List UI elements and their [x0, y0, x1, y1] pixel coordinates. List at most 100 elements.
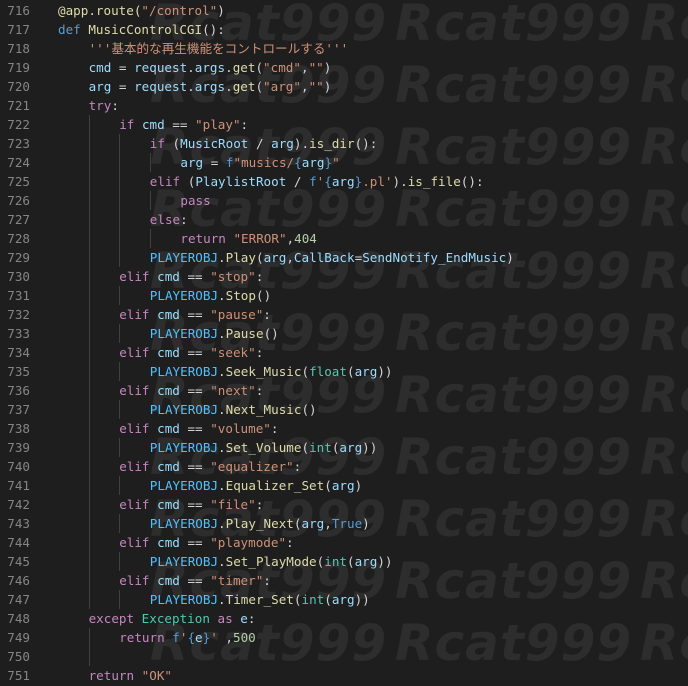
code-line[interactable]: 723 if (MusicRoot / arg).is_dir(): — [0, 134, 688, 153]
code-token: (): — [202, 22, 225, 37]
code-token: ) — [217, 3, 225, 18]
code-token: PLAYEROBJ — [149, 554, 219, 569]
code-line[interactable]: 736 elif cmd == "next": — [0, 381, 688, 400]
line-number: 732 — [7, 307, 30, 322]
code-text: return "ERROR",404 — [180, 229, 317, 248]
code-line[interactable]: 733 PLAYEROBJ.Pause() — [0, 324, 688, 343]
code-token: == — [179, 269, 211, 284]
code-line[interactable]: 739 PLAYEROBJ.Set_Volume(int(arg)) — [0, 438, 688, 457]
code-token: 500 — [233, 630, 256, 645]
code-line[interactable]: 745 PLAYEROBJ.Set_PlayMode(int(arg)) — [0, 552, 688, 571]
code-line[interactable]: 749 return f'{e}' ,500 — [0, 628, 688, 647]
line-number: 717 — [7, 22, 30, 37]
indent-guide — [88, 495, 90, 514]
code-line[interactable]: 751 return "OK" — [0, 666, 688, 685]
code-token: @app.route( — [58, 3, 142, 18]
code-text: else: — [150, 210, 188, 229]
line-number: 735 — [7, 364, 30, 379]
code-line[interactable]: 727 else: — [0, 210, 688, 229]
code-line[interactable]: 726 pass — [0, 191, 688, 210]
code-token: return — [119, 630, 173, 645]
code-line[interactable]: 725 elif (PlaylistRoot / f'{arg}.pl').is_… — [0, 172, 688, 191]
code-text: def MusicControlCGI(): — [58, 20, 225, 39]
code-line[interactable]: 732 elif cmd == "pause": — [0, 305, 688, 324]
code-token: ( — [255, 79, 264, 94]
code-token: Seek_Music — [225, 364, 302, 379]
code-token: "next" — [210, 383, 256, 398]
line-number: 736 — [7, 383, 30, 398]
code-token: "musics/ — [233, 155, 295, 170]
code-token: pass — [180, 193, 211, 208]
code-token: cmd — [157, 383, 180, 398]
code-token: == — [179, 459, 211, 474]
code-token: , — [217, 630, 233, 645]
line-number: 719 — [7, 60, 30, 75]
code-line[interactable]: 722 if cmd == "play": — [0, 115, 688, 134]
code-token: : — [247, 611, 256, 626]
code-line[interactable]: 738 elif cmd == "volume": — [0, 419, 688, 438]
code-token: ( — [301, 364, 310, 379]
code-token: : — [255, 345, 264, 360]
code-token: = — [203, 155, 226, 170]
code-line[interactable]: 741 PLAYEROBJ.Equalizer_Set(arg) — [0, 476, 688, 495]
indent-guide — [119, 514, 121, 533]
code-line[interactable]: 748 except Exception as e: — [0, 609, 688, 628]
code-token: : — [270, 421, 279, 436]
code-line[interactable]: 724 arg = f"musics/{arg}" — [0, 153, 688, 172]
code-editor[interactable]: Rcat999Rcat999Rcat999Rcat999Rcat999Rcat9… — [0, 0, 688, 686]
line-number: 747 — [7, 592, 30, 607]
code-line[interactable]: 719 cmd = request.args.get("cmd","") — [0, 58, 688, 77]
code-line[interactable]: 730 elif cmd == "stop": — [0, 267, 688, 286]
code-line[interactable]: 740 elif cmd == "equalizer": — [0, 457, 688, 476]
code-line[interactable]: 746 elif cmd == "timer": — [0, 571, 688, 590]
code-line[interactable]: 742 elif cmd == "file": — [0, 495, 688, 514]
code-token: . — [218, 402, 226, 417]
code-line[interactable]: 734 elif cmd == "seek": — [0, 343, 688, 362]
code-line[interactable]: 721 try: — [0, 96, 688, 115]
code-token: get — [232, 60, 256, 75]
code-token: ( — [255, 250, 264, 265]
code-line[interactable]: 735 PLAYEROBJ.Seek_Music(float(arg)) — [0, 362, 688, 381]
code-line[interactable]: 750 — [0, 647, 688, 666]
indent-guide — [88, 324, 90, 343]
code-token: . — [187, 79, 195, 94]
code-token: ( — [324, 478, 332, 493]
code-line[interactable]: 717 def MusicControlCGI(): — [0, 20, 688, 39]
code-token: arg — [354, 364, 378, 379]
code-line[interactable]: 718 '''基本的な再生機能をコントロールする''' — [0, 39, 688, 58]
code-line[interactable]: 728 return "ERROR",404 — [0, 229, 688, 248]
code-line[interactable]: 731 PLAYEROBJ.Stop() — [0, 286, 688, 305]
code-line[interactable]: 743 PLAYEROBJ.Play_Next(arg,True) — [0, 514, 688, 533]
code-token: "ERROR" — [233, 231, 287, 246]
code-line[interactable]: 737 PLAYEROBJ.Next_Music() — [0, 400, 688, 419]
indent-guide — [149, 153, 151, 172]
code-area[interactable]: 716 @app.route("/control") 717 def MusicCon… — [0, 0, 688, 685]
code-token: cmd — [157, 421, 180, 436]
line-number: 734 — [7, 345, 30, 360]
code-token: ) — [354, 478, 363, 493]
indent-guide — [88, 571, 90, 590]
line-number: 743 — [7, 516, 30, 531]
code-token: : — [240, 117, 249, 132]
code-token: PLAYEROBJ — [149, 440, 219, 455]
line-number: 721 — [7, 98, 30, 113]
code-line[interactable]: 729 PLAYEROBJ.Play(arg,CallBack=SendNotif… — [0, 248, 688, 267]
code-token: . — [218, 440, 226, 455]
code-line[interactable]: 716 @app.route("/control") — [0, 1, 688, 20]
code-token: cmd — [157, 497, 180, 512]
code-token: PLAYEROBJ — [149, 288, 219, 303]
code-token: = — [111, 60, 135, 75]
code-text: return f'{e}' ,500 — [119, 628, 256, 647]
indent-guide — [119, 400, 121, 419]
code-token: def — [58, 22, 89, 37]
code-line[interactable]: 747 PLAYEROBJ.Timer_Set(int(arg)) — [0, 590, 688, 609]
code-line[interactable]: 720 arg = request.args.get("arg","") — [0, 77, 688, 96]
code-token: : — [180, 212, 188, 227]
code-line[interactable]: 744 elif cmd == "playmode": — [0, 533, 688, 552]
code-token: ( — [172, 136, 181, 151]
code-token: . — [225, 79, 233, 94]
code-text: @app.route("/control") — [58, 1, 225, 20]
code-token: arg — [331, 174, 355, 189]
code-token: if — [149, 136, 173, 151]
code-token: arg — [331, 592, 355, 607]
